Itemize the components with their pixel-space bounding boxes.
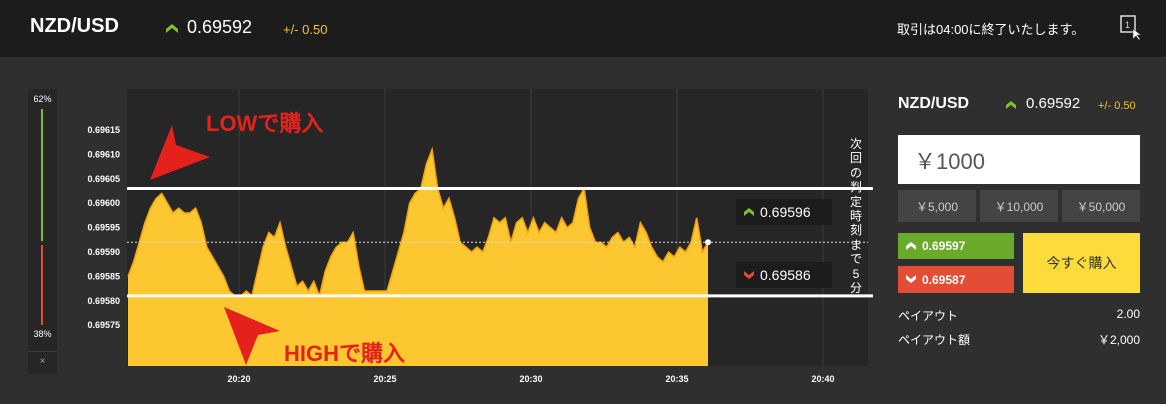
y-tick-label: 0.69615 xyxy=(87,125,120,135)
high-buy-annotation: HIGHで購入 xyxy=(284,341,406,366)
x-tick-label: 20:35 xyxy=(665,374,688,384)
payout-value: 2.00 xyxy=(1116,307,1140,321)
payout-label: ペイアウト xyxy=(898,309,959,323)
lower-line-label: 0.69586 xyxy=(736,262,832,288)
y-tick-label: 0.69590 xyxy=(87,247,120,257)
x-tick-label: 20:40 xyxy=(811,374,834,384)
next-decision-countdown: 次回の判定時刻まで5分 xyxy=(849,137,862,296)
arrow-down-icon xyxy=(744,271,754,279)
low-button[interactable]: 0.69587 xyxy=(898,266,1014,293)
panel-price: 0.69592 xyxy=(1026,95,1081,112)
upper-line-value: 0.69596 xyxy=(760,204,811,220)
preset-50000-button[interactable]: ￥50,000 xyxy=(1062,190,1140,222)
high-button[interactable]: 0.69597 xyxy=(898,233,1014,259)
amount-input[interactable]: ￥1000 xyxy=(898,135,1140,184)
arrow-up-icon xyxy=(906,242,916,250)
arrow-up-icon xyxy=(1006,101,1016,109)
payout-amount-label: ペイアウト額 xyxy=(898,333,971,347)
preset-5000-button[interactable]: ￥5,000 xyxy=(898,190,976,222)
current-price-dot xyxy=(705,239,711,246)
high-button-price: 0.69597 xyxy=(922,239,966,253)
upper-line-label: 0.69596 xyxy=(736,199,832,225)
y-tick-label: 0.69595 xyxy=(87,223,120,233)
panel-pair: NZD/USD xyxy=(898,95,970,112)
x-tick-label: 20:25 xyxy=(373,374,396,384)
y-tick-label: 0.69575 xyxy=(87,320,120,330)
buy-now-button[interactable]: 今すぐ購入 xyxy=(1023,233,1140,293)
arrow-up-icon xyxy=(744,208,754,216)
y-tick-label: 0.69605 xyxy=(87,174,120,184)
y-tick-label: 0.69610 xyxy=(87,149,120,159)
x-tick-label: 20:20 xyxy=(227,374,250,384)
panel-change: +/- 0.50 xyxy=(1098,100,1136,112)
trade-panel: NZD/USD 0.69592 +/- 0.50 ￥1000 ￥5,000 ￥1… xyxy=(898,0,1146,404)
arrow-down-icon xyxy=(906,275,916,283)
lower-line-value: 0.69586 xyxy=(760,267,811,283)
y-tick-label: 0.69580 xyxy=(87,296,120,306)
low-buy-arrow-icon xyxy=(150,125,210,180)
payout-amount-value: ￥2,000 xyxy=(1097,333,1140,347)
y-tick-label: 0.69600 xyxy=(87,198,120,208)
y-tick-label: 0.69585 xyxy=(87,271,120,281)
preset-10000-button[interactable]: ￥10,000 xyxy=(980,190,1058,222)
low-buy-annotation: LOWで購入 xyxy=(206,111,324,136)
low-button-price: 0.69587 xyxy=(922,272,966,287)
high-buy-arrow-icon xyxy=(224,307,280,365)
x-tick-label: 20:30 xyxy=(519,374,542,384)
